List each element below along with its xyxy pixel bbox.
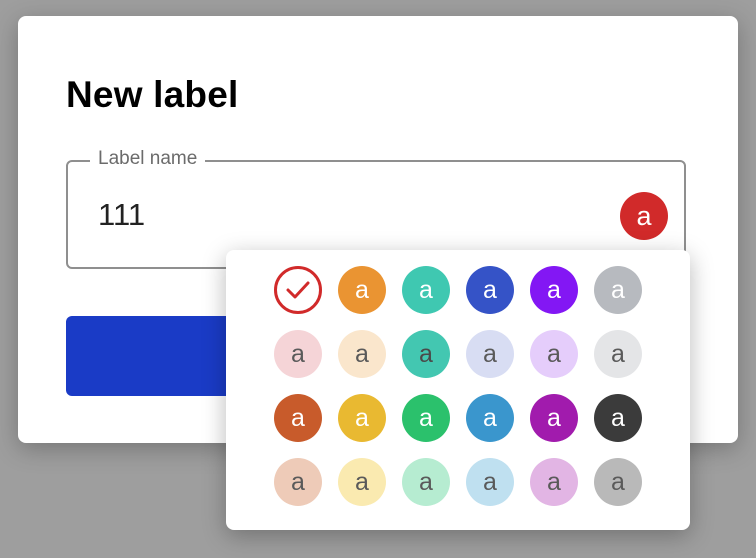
color-swatch-letter: a: [483, 467, 497, 496]
color-swatch[interactable]: a: [402, 330, 450, 378]
color-swatch-letter: a: [483, 339, 497, 368]
color-swatch[interactable]: a: [594, 394, 642, 442]
color-swatch[interactable]: a: [594, 330, 642, 378]
color-swatch[interactable]: a: [402, 266, 450, 314]
color-swatch[interactable]: a: [594, 266, 642, 314]
color-swatch[interactable]: a: [530, 394, 578, 442]
color-swatch[interactable]: a: [274, 330, 322, 378]
color-swatch-letter: a: [419, 339, 433, 368]
color-swatch[interactable]: a: [274, 458, 322, 506]
color-swatch-letter: a: [611, 467, 625, 496]
color-swatch-letter: a: [483, 275, 497, 304]
color-swatch[interactable]: a: [466, 458, 514, 506]
color-palette-grid: a a a a a a a a a a a a a a a a a a a a a a a: [274, 266, 642, 506]
color-swatch[interactable]: a: [338, 266, 386, 314]
label-name-input[interactable]: [98, 197, 578, 233]
color-swatch[interactable]: a: [274, 394, 322, 442]
color-swatch[interactable]: a: [402, 394, 450, 442]
color-swatch[interactable]: a: [466, 394, 514, 442]
color-swatch-letter: a: [547, 339, 561, 368]
color-swatch-letter: a: [419, 403, 433, 432]
color-swatch[interactable]: a: [466, 266, 514, 314]
color-swatch-letter: a: [291, 403, 305, 432]
color-picker-popover: a a a a a a a a a a a a a a a a a a a a a a a: [226, 250, 690, 530]
checkmark-icon: [286, 281, 310, 299]
label-color-button[interactable]: a: [620, 192, 668, 240]
label-name-legend: Label name: [90, 148, 206, 170]
color-swatch-letter: a: [547, 467, 561, 496]
color-swatch[interactable]: a: [594, 458, 642, 506]
color-swatch-selected[interactable]: [274, 266, 322, 314]
color-swatch[interactable]: a: [530, 458, 578, 506]
color-swatch[interactable]: a: [530, 266, 578, 314]
color-swatch-letter: a: [355, 467, 369, 496]
color-swatch-letter: a: [291, 467, 305, 496]
color-swatch-letter: a: [355, 275, 369, 304]
color-swatch[interactable]: a: [466, 330, 514, 378]
color-swatch-letter: a: [483, 403, 497, 432]
color-swatch-letter: a: [547, 275, 561, 304]
color-swatch-letter: a: [291, 339, 305, 368]
color-swatch-letter: a: [419, 467, 433, 496]
color-swatch-letter: a: [611, 339, 625, 368]
color-swatch-letter: a: [547, 403, 561, 432]
color-swatch[interactable]: a: [338, 394, 386, 442]
color-swatch[interactable]: a: [402, 458, 450, 506]
color-swatch-letter: a: [611, 403, 625, 432]
color-swatch[interactable]: a: [338, 458, 386, 506]
color-swatch-letter: a: [355, 403, 369, 432]
dialog-title: New label: [66, 74, 239, 115]
color-swatch-letter: a: [355, 339, 369, 368]
color-swatch[interactable]: a: [338, 330, 386, 378]
color-swatch[interactable]: a: [530, 330, 578, 378]
color-swatch-letter: a: [611, 275, 625, 304]
color-swatch-letter: a: [419, 275, 433, 304]
color-swatch-letter: a: [636, 200, 652, 231]
